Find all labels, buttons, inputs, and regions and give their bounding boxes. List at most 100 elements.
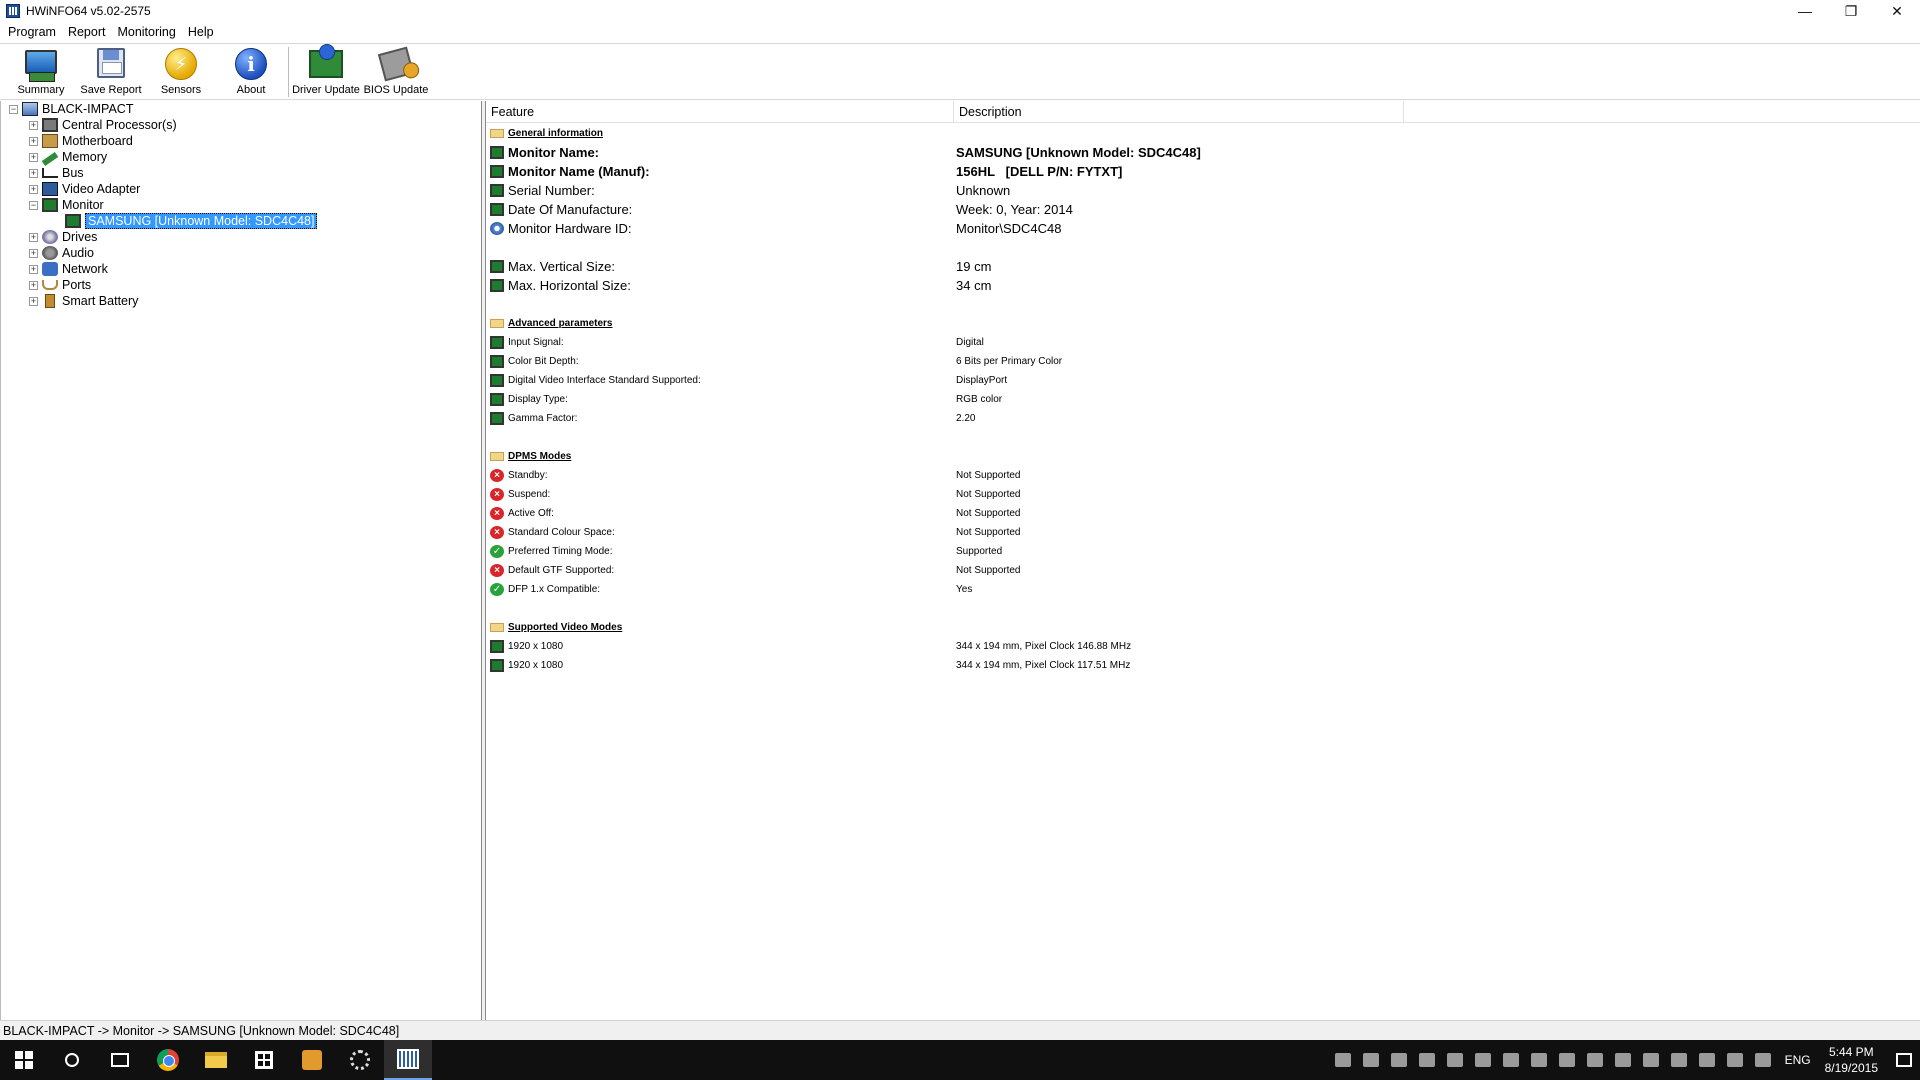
taskbar-file-explorer[interactable] xyxy=(192,1040,240,1080)
nvidia-icon[interactable] xyxy=(1558,1053,1575,1067)
speaker-muted-icon[interactable] xyxy=(1754,1053,1771,1067)
table-row[interactable]: ✓ Preferred Timing Mode: Supported xyxy=(486,542,1920,561)
tree-selected-label: SAMSUNG [Unknown Model: SDC4C48] xyxy=(85,213,318,229)
tree-item-network[interactable]: + Network xyxy=(1,261,481,277)
table-row[interactable]: Max. Vertical Size: 19 cm xyxy=(486,257,1920,276)
wifi-icon[interactable] xyxy=(1726,1053,1743,1067)
search-button[interactable] xyxy=(48,1040,96,1080)
sensors-button[interactable]: ⚡ Sensors xyxy=(146,44,216,100)
table-row[interactable]: Max. Horizontal Size: 34 cm xyxy=(486,276,1920,295)
taskbar-store[interactable] xyxy=(240,1040,288,1080)
expand-icon[interactable]: + xyxy=(29,296,38,306)
tree-item-bus[interactable]: + Bus xyxy=(1,165,481,181)
tray-app-icon[interactable] xyxy=(1390,1053,1407,1067)
column-header-feature[interactable]: Feature xyxy=(486,101,954,122)
action-center-icon[interactable] xyxy=(1896,1053,1912,1067)
expand-icon[interactable]: + xyxy=(29,136,38,146)
expand-icon[interactable]: + xyxy=(29,280,38,290)
table-row[interactable]: Monitor Name: SAMSUNG [Unknown Model: SD… xyxy=(486,143,1920,162)
restore-button[interactable]: ❐ xyxy=(1828,0,1874,22)
table-row[interactable]: Digital Video Interface Standard Support… xyxy=(486,371,1920,390)
tree-item-drives[interactable]: + Drives xyxy=(1,229,481,245)
tree-item-audio[interactable]: + Audio xyxy=(1,245,481,261)
table-row[interactable]: 1920 x 1080 344 x 194 mm, Pixel Clock 11… xyxy=(486,656,1920,675)
network-icon xyxy=(42,262,58,276)
tree-item-memory[interactable]: + Memory xyxy=(1,149,481,167)
table-row[interactable]: ✓ DFP 1.x Compatible: Yes xyxy=(486,580,1920,599)
table-row[interactable]: Serial Number: Unknown xyxy=(486,181,1920,200)
tray-app-icon[interactable] xyxy=(1502,1053,1519,1067)
battery-icon[interactable] xyxy=(1698,1053,1715,1067)
table-row[interactable]: Monitor Hardware ID: Monitor\SDC4C48 xyxy=(486,219,1920,238)
section-title: General information xyxy=(508,128,604,139)
table-row[interactable]: Display Type: RGB color xyxy=(486,390,1920,409)
about-button[interactable]: i About xyxy=(216,44,286,100)
tree-item-ports[interactable]: + Ports xyxy=(1,277,481,293)
expand-icon[interactable]: + xyxy=(29,248,38,258)
expand-icon[interactable]: + xyxy=(29,232,38,242)
menu-monitoring[interactable]: Monitoring xyxy=(111,25,181,39)
tray-app-icon[interactable] xyxy=(1530,1053,1547,1067)
tree-item-smart-battery[interactable]: + Smart Battery xyxy=(1,293,481,309)
summary-button[interactable]: Summary xyxy=(6,44,76,100)
table-row[interactable]: × Standby: Not Supported xyxy=(486,466,1920,485)
collapse-icon[interactable]: − xyxy=(9,104,18,114)
driver-update-button[interactable]: Driver Update xyxy=(291,44,361,100)
tray-app-icon[interactable] xyxy=(1670,1053,1687,1067)
table-row[interactable]: 1920 x 1080 344 x 194 mm, Pixel Clock 14… xyxy=(486,637,1920,656)
table-row[interactable]: × Active Off: Not Supported xyxy=(486,504,1920,523)
table-row[interactable]: × Default GTF Supported: Not Supported xyxy=(486,561,1920,580)
monitor-icon xyxy=(490,203,504,216)
tree-root[interactable]: − BLACK-IMPACT xyxy=(1,101,481,117)
tray-app-icon[interactable] xyxy=(1446,1053,1463,1067)
bios-update-button[interactable]: BIOS Update xyxy=(361,44,431,100)
taskbar-media-player[interactable] xyxy=(288,1040,336,1080)
task-view-button[interactable] xyxy=(96,1040,144,1080)
menu-program[interactable]: Program xyxy=(2,25,62,39)
table-row[interactable]: × Suspend: Not Supported xyxy=(486,485,1920,504)
table-row[interactable]: Date Of Manufacture: Week: 0, Year: 2014 xyxy=(486,200,1920,219)
save-report-button[interactable]: Save Report xyxy=(76,44,146,100)
tree-item-video-adapter[interactable]: + Video Adapter xyxy=(1,181,481,197)
clock[interactable]: 5:44 PM 8/19/2015 xyxy=(1825,1044,1878,1076)
sensors-label: Sensors xyxy=(160,84,202,96)
bluetooth-icon[interactable] xyxy=(1614,1053,1631,1067)
tree-item-monitor[interactable]: − Monitor xyxy=(1,197,481,213)
table-row[interactable]: Gamma Factor: 2.20 xyxy=(486,409,1920,428)
table-row[interactable]: Monitor Name (Manuf): 156HL [DELL P/N: F… xyxy=(486,162,1920,181)
error-x-icon: × xyxy=(490,488,504,501)
minimize-button[interactable]: — xyxy=(1782,0,1828,22)
language-indicator[interactable]: ENG xyxy=(1785,1053,1811,1067)
taskbar-hwinfo[interactable] xyxy=(384,1040,432,1080)
tree-item-samsung-monitor[interactable]: SAMSUNG [Unknown Model: SDC4C48] xyxy=(1,213,481,229)
tray-app-icon[interactable] xyxy=(1586,1053,1603,1067)
feature-value: Monitor\SDC4C48 xyxy=(956,221,1062,236)
table-row[interactable]: × Standard Colour Space: Not Supported xyxy=(486,523,1920,542)
toolbar: Summary Save Report ⚡ Sensors i About Dr… xyxy=(0,43,1920,100)
expand-icon[interactable]: + xyxy=(29,120,38,130)
start-button[interactable] xyxy=(0,1040,48,1080)
menu-report[interactable]: Report xyxy=(62,25,112,39)
close-button[interactable]: ✕ xyxy=(1874,0,1920,22)
expand-icon[interactable]: + xyxy=(29,264,38,274)
monitor-icon xyxy=(490,355,504,368)
collapse-icon[interactable]: − xyxy=(29,200,38,210)
tray-app-icon[interactable] xyxy=(1418,1053,1435,1067)
tree-item-motherboard[interactable]: + Motherboard xyxy=(1,133,481,149)
table-row[interactable]: Input Signal: Digital xyxy=(486,333,1920,352)
taskbar-settings[interactable] xyxy=(336,1040,384,1080)
chrome-icon[interactable] xyxy=(1474,1053,1491,1067)
steam-icon[interactable] xyxy=(1362,1053,1379,1067)
tray-app-icon[interactable] xyxy=(1334,1053,1351,1067)
table-row[interactable]: Color Bit Depth: 6 Bits per Primary Colo… xyxy=(486,352,1920,371)
column-header-description[interactable]: Description xyxy=(954,101,1404,122)
menu-help[interactable]: Help xyxy=(182,25,220,39)
tray-app-icon[interactable] xyxy=(1642,1053,1659,1067)
expand-icon[interactable]: + xyxy=(29,168,38,178)
tree-item-label: Network xyxy=(62,262,108,276)
expand-icon[interactable]: + xyxy=(29,184,38,194)
expand-icon[interactable]: + xyxy=(29,152,38,162)
tree-item-cpu[interactable]: + Central Processor(s) xyxy=(1,117,481,133)
taskbar-chrome[interactable] xyxy=(144,1040,192,1080)
blank-row xyxy=(486,238,1920,257)
